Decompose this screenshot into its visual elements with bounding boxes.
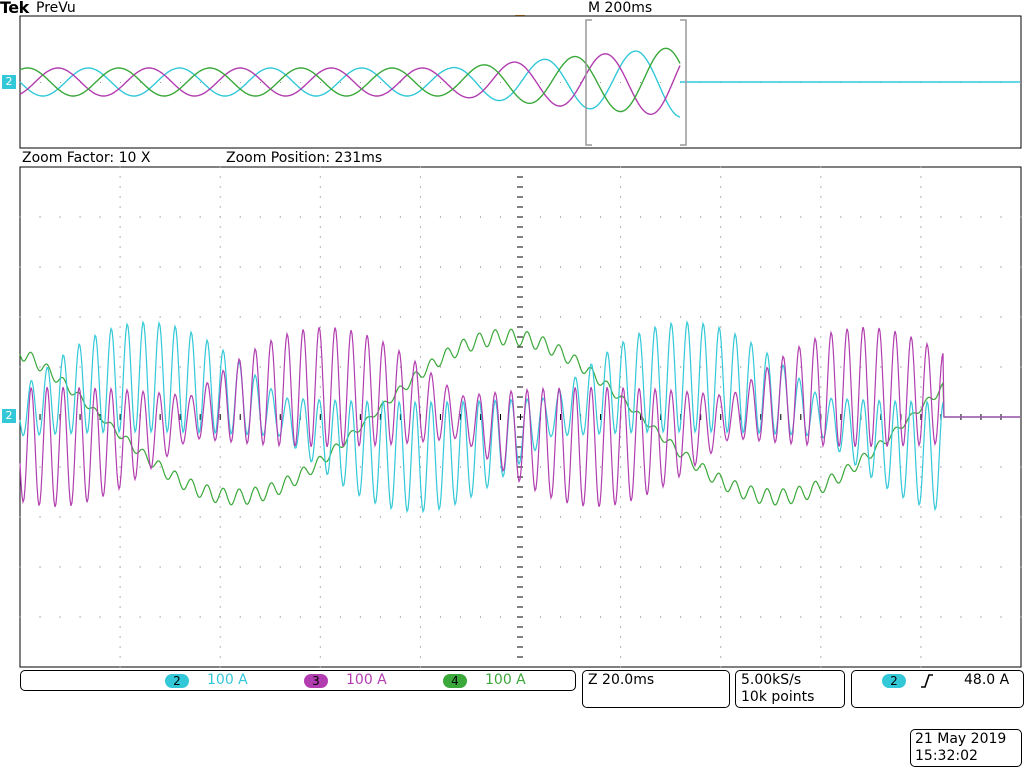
- channel-readout-bar: 2 100 A 3 100 A 4 100 A: [20, 670, 576, 691]
- zoom-factor-label: Zoom Factor: 10 X: [22, 150, 151, 166]
- scope-display: [19, 15, 1022, 668]
- datetime-box: 21 May 2019 15:32:02: [910, 729, 1022, 767]
- date-value: 21 May 2019: [915, 731, 1007, 747]
- channel-2-badge[interactable]: 2: [165, 674, 189, 688]
- zoom-ch2-ground-marker[interactable]: 2: [2, 409, 16, 423]
- overview-ch2-ground-marker[interactable]: 2: [2, 75, 16, 89]
- trigger-box[interactable]: 2 48.0 A: [851, 670, 1024, 708]
- channel-4-badge[interactable]: 4: [443, 674, 467, 688]
- zoom-timebase-value: Z 20.0ms: [588, 672, 655, 688]
- channel-3-badge[interactable]: 3: [304, 674, 328, 688]
- channel-4-scale: 100 A: [485, 672, 526, 688]
- zoom-position-label: Zoom Position: 231ms: [226, 150, 383, 166]
- record-length-value: 10k points: [741, 689, 815, 705]
- zoom-timebase-box[interactable]: Z 20.0ms: [582, 670, 730, 708]
- channel-3-scale: 100 A: [346, 672, 387, 688]
- sample-rate-value: 5.00kS/s: [741, 672, 802, 688]
- time-value: 15:32:02: [915, 748, 978, 764]
- channel-2-scale: 100 A: [207, 672, 248, 688]
- sample-rate-box[interactable]: 5.00kS/s 10k points: [735, 670, 845, 708]
- trigger-source-badge: 2: [882, 674, 906, 688]
- trigger-level-value: 48.0 A: [964, 672, 1010, 688]
- rising-edge-icon: [921, 674, 933, 688]
